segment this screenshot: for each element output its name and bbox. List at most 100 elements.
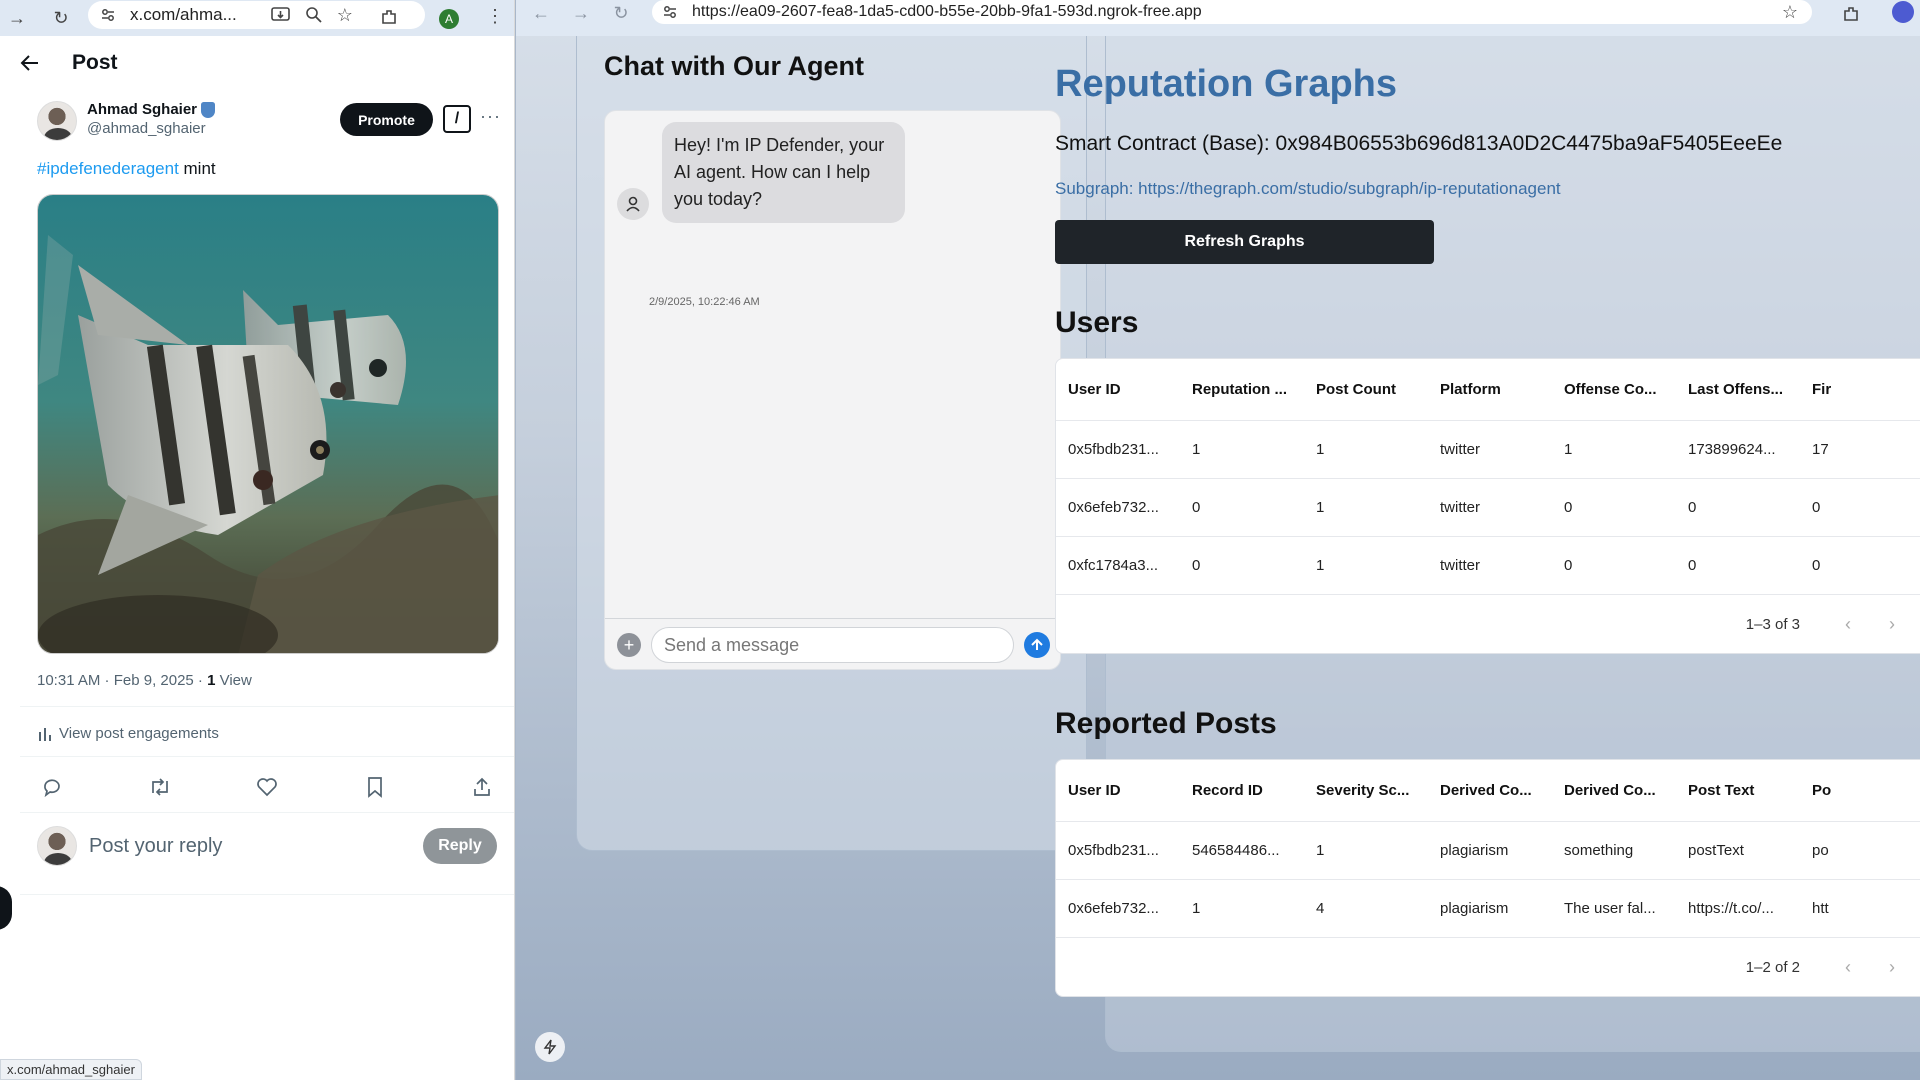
column-header[interactable]: Last Offens...: [1676, 381, 1800, 398]
column-header[interactable]: Po: [1800, 782, 1920, 799]
reload-icon[interactable]: ↻: [608, 0, 634, 26]
post-timestamp: 10:31 AM · Feb 9, 2025 · 1 View: [37, 672, 252, 689]
table-cell: 1: [1564, 441, 1573, 458]
prev-page-icon[interactable]: ‹: [1826, 614, 1870, 635]
profile-avatar[interactable]: A: [439, 9, 459, 29]
view-label: View: [215, 672, 252, 689]
column-header[interactable]: Fir: [1800, 381, 1920, 398]
message-input[interactable]: [651, 627, 1014, 663]
prev-page-icon[interactable]: ‹: [1826, 957, 1870, 978]
table-cell: 0: [1812, 499, 1821, 516]
divider: [20, 706, 514, 707]
pagination-count: 1–2 of 2: [1745, 958, 1800, 976]
reported-posts-table: User ID Record ID Severity Sc... Derived…: [1055, 759, 1920, 997]
extensions-icon[interactable]: [1842, 5, 1860, 23]
table-cell: The user fal...: [1564, 900, 1656, 917]
forward-icon[interactable]: →: [568, 0, 594, 26]
hashtag-link[interactable]: #ipdefenederagent: [37, 159, 179, 178]
column-header[interactable]: Derived Co...: [1428, 782, 1552, 799]
floating-grok-button[interactable]: [0, 886, 12, 930]
table-cell: 0xfc1784a3...: [1068, 557, 1159, 574]
right-address-bar[interactable]: https://ea09-2607-fea8-1da5-cd00-b55e-20…: [652, 0, 1812, 24]
table-cell: 0: [1812, 557, 1821, 574]
table-cell: 1: [1316, 842, 1325, 859]
column-header[interactable]: Post Text: [1676, 782, 1800, 799]
install-app-icon[interactable]: [270, 6, 291, 24]
column-header[interactable]: User ID: [1056, 782, 1180, 799]
post-image[interactable]: [37, 194, 499, 654]
table-cell: 1: [1316, 441, 1325, 458]
author-name[interactable]: Ahmad Sghaier: [87, 101, 197, 118]
table-cell: 0x6efeb732...: [1068, 499, 1159, 516]
table-cell: 546584486...: [1192, 842, 1280, 859]
reply-icon[interactable]: [37, 772, 67, 802]
zoom-icon[interactable]: [305, 6, 323, 24]
table-row[interactable]: 0x5fbdb231... 1 1 twitter 1 173899624...…: [1056, 421, 1920, 479]
users-title: Users: [1055, 306, 1139, 339]
post-action-bar: [37, 772, 497, 802]
chat-panel: Chat with Our Agent Hey! I'm IP Defender…: [576, 36, 1087, 851]
reply-button[interactable]: Reply: [423, 828, 497, 864]
column-header[interactable]: User ID: [1056, 381, 1180, 398]
column-header[interactable]: Post Count: [1304, 381, 1428, 398]
column-header[interactable]: Offense Co...: [1552, 381, 1676, 398]
reload-icon[interactable]: ↻: [48, 5, 74, 31]
bookmark-star-icon[interactable]: ☆: [337, 5, 353, 26]
bookmark-icon[interactable]: [360, 772, 390, 802]
bookmark-star-icon[interactable]: ☆: [1782, 2, 1798, 23]
menu-kebab-icon[interactable]: ⋮: [486, 6, 504, 27]
table-cell: 0: [1564, 499, 1573, 516]
left-address-bar[interactable]: x.com/ahma... ☆: [88, 1, 425, 29]
table-pagination: 1–3 of 3 ‹ ›: [1056, 595, 1920, 653]
back-arrow-icon[interactable]: [20, 54, 40, 72]
table-row[interactable]: 0x6efeb732... 0 1 twitter 0 0 0: [1056, 479, 1920, 537]
table-row[interactable]: 0x5fbdb231... 546584486... 1 plagiarism …: [1056, 822, 1920, 880]
author-avatar[interactable]: [37, 101, 77, 141]
column-header[interactable]: Platform: [1428, 381, 1552, 398]
status-bar-url: x.com/ahmad_sghaier: [0, 1059, 142, 1080]
reported-posts-title: Reported Posts: [1055, 707, 1277, 740]
site-settings-icon[interactable]: [100, 7, 116, 23]
column-header[interactable]: Derived Co...: [1552, 782, 1676, 799]
post-time[interactable]: 10:31 AM · Feb 9, 2025 ·: [37, 672, 207, 689]
column-header[interactable]: Record ID: [1180, 782, 1304, 799]
share-icon[interactable]: [467, 772, 497, 802]
reply-input[interactable]: Post your reply: [89, 835, 423, 858]
agent-message: Hey! I'm IP Defender, your AI agent. How…: [662, 122, 905, 223]
repost-icon[interactable]: [145, 772, 175, 802]
more-options-icon[interactable]: ···: [480, 106, 501, 127]
column-header[interactable]: Severity Sc...: [1304, 782, 1428, 799]
refresh-graphs-button[interactable]: Refresh Graphs: [1055, 220, 1434, 264]
graphs-title: Reputation Graphs: [1055, 63, 1398, 105]
author-handle[interactable]: @ahmad_sghaier: [87, 120, 215, 137]
back-icon[interactable]: ←: [528, 0, 554, 26]
lightning-bolt-icon[interactable]: [535, 1032, 565, 1062]
subgraph-link[interactable]: Subgraph: https://thegraph.com/studio/su…: [1055, 179, 1561, 199]
next-page-icon[interactable]: ›: [1870, 614, 1914, 635]
table-row[interactable]: 0xfc1784a3... 0 1 twitter 0 0 0: [1056, 537, 1920, 595]
promote-button[interactable]: Promote: [340, 103, 433, 136]
table-cell: something: [1564, 842, 1634, 859]
right-url-text: https://ea09-2607-fea8-1da5-cd00-b55e-20…: [692, 3, 1202, 20]
site-settings-icon[interactable]: [662, 4, 678, 20]
engagements-label: View post engagements: [59, 725, 219, 742]
post-author[interactable]: Ahmad Sghaier @ahmad_sghaier: [37, 101, 216, 141]
table-cell: 1: [1316, 499, 1325, 516]
attach-plus-icon[interactable]: +: [617, 633, 641, 657]
like-heart-icon[interactable]: [252, 772, 282, 802]
table-cell: twitter: [1440, 557, 1481, 574]
post-header: Post: [20, 48, 118, 78]
send-arrow-icon[interactable]: [1024, 632, 1050, 658]
extensions-icon[interactable]: [376, 4, 402, 30]
forward-icon[interactable]: →: [4, 5, 30, 31]
view-engagements-link[interactable]: View post engagements: [37, 725, 219, 742]
grok-icon[interactable]: /: [443, 105, 471, 133]
table-cell: 17: [1812, 441, 1829, 458]
table-cell: 0: [1564, 557, 1573, 574]
next-page-icon[interactable]: ›: [1870, 957, 1914, 978]
column-header[interactable]: Reputation ...: [1180, 381, 1304, 398]
bot-avatar-icon: [617, 188, 649, 220]
profile-avatar[interactable]: [1892, 1, 1914, 23]
chat-message-list[interactable]: Hey! I'm IP Defender, your AI agent. How…: [605, 111, 1062, 618]
table-row[interactable]: 0x6efeb732... 1 4 plagiarism The user fa…: [1056, 880, 1920, 938]
